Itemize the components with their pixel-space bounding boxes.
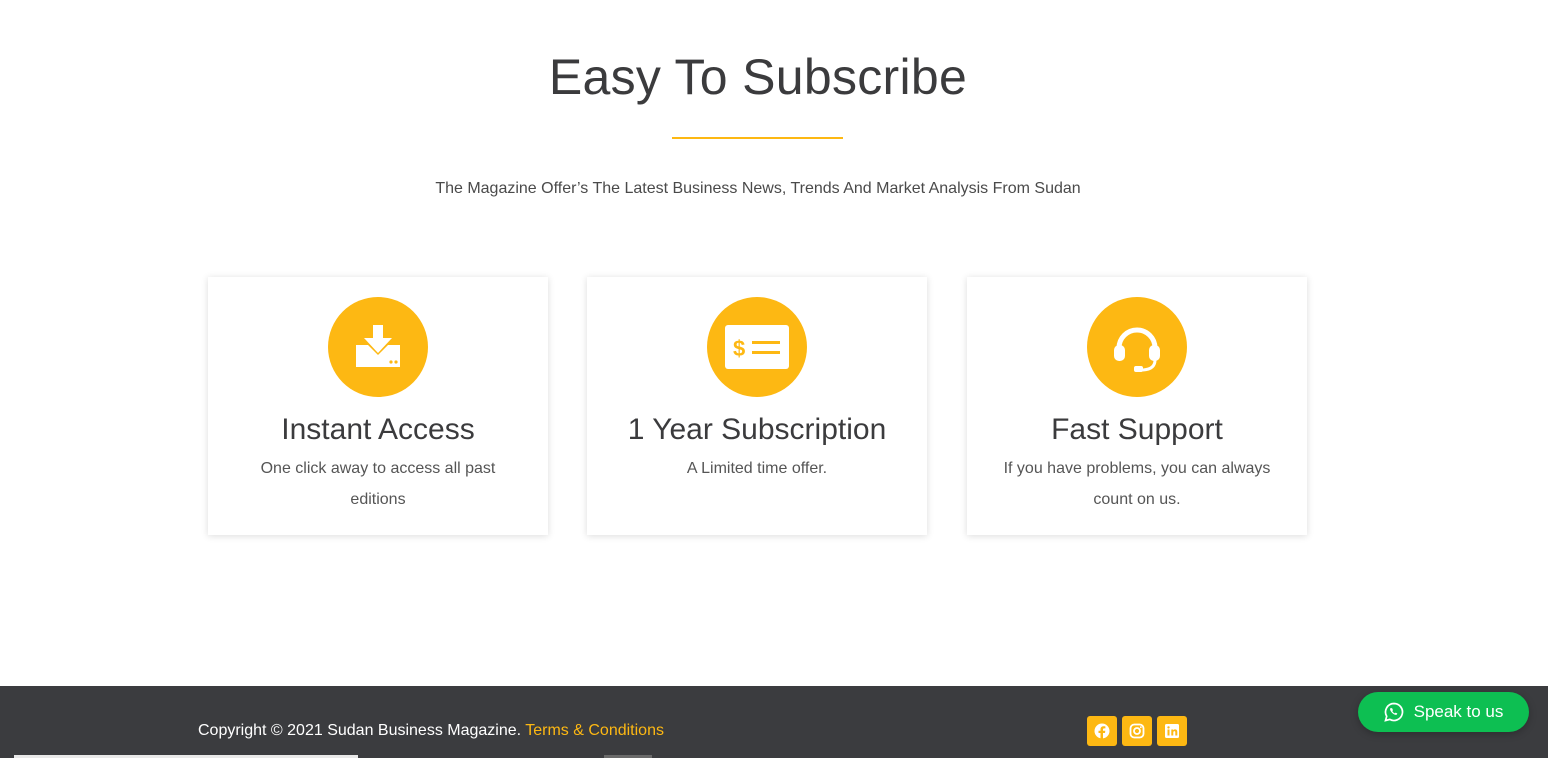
svg-text:$: $ (733, 336, 745, 361)
feature-title: Instant Access (281, 413, 475, 446)
feature-title: 1 Year Subscription (627, 413, 887, 446)
feature-card-fast-support: Fast Support If you have problems, you c… (967, 277, 1307, 535)
feature-text: One click away to access all past editio… (260, 460, 496, 508)
speak-to-us-label: Speak to us (1413, 702, 1504, 721)
title-divider (672, 137, 843, 139)
terms-link[interactable]: Terms & Conditions (525, 722, 664, 739)
speak-to-us-button[interactable]: Speak to us (1358, 692, 1529, 732)
page-title: Easy To Subscribe (548, 49, 968, 105)
copyright-text: Copyright © 2021 Sudan Business Magazine… (198, 722, 664, 740)
feature-text: If you have problems, you can always cou… (1003, 460, 1271, 508)
linkedin-icon[interactable] (1157, 716, 1187, 746)
feature-text: A Limited time offer. (686, 460, 828, 477)
copyright-label: Copyright © 2021 Sudan Business Magazine… (198, 722, 522, 739)
payment-card-icon: $ (707, 297, 807, 397)
instagram-icon[interactable] (1122, 716, 1152, 746)
feature-card-instant-access: Instant Access One click away to access … (208, 277, 548, 535)
page-subtitle: The Magazine Offer’s The Latest Business… (435, 180, 1081, 197)
feature-card-subscription: $ 1 Year Subscription A Limited time off… (587, 277, 927, 535)
feature-title: Fast Support (1051, 413, 1223, 446)
headset-icon (1087, 297, 1187, 397)
facebook-icon[interactable] (1087, 716, 1117, 746)
whatsapp-icon (1383, 702, 1403, 722)
download-icon (328, 297, 428, 397)
site-footer: Copyright © 2021 Sudan Business Magazine… (0, 686, 1548, 758)
